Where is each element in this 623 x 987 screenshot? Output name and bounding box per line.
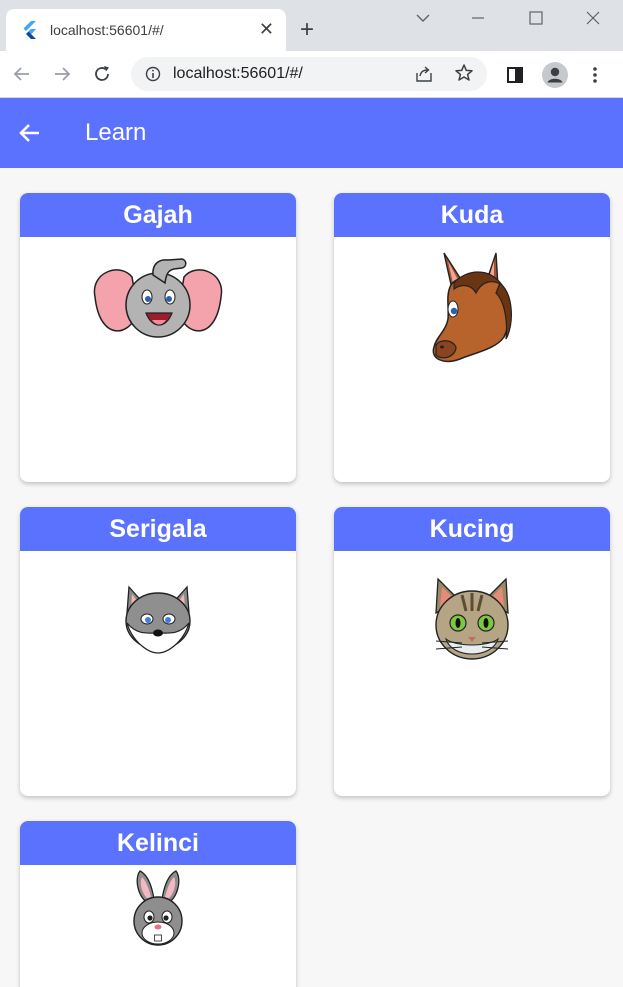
page-title: Learn: [85, 119, 147, 146]
animal-card-kelinci[interactable]: Kelinci: [20, 821, 296, 987]
bookmark-star-icon[interactable]: [454, 63, 474, 83]
maximize-icon[interactable]: [526, 8, 546, 28]
browser-tab[interactable]: localhost:56601/#/ ✕: [6, 9, 286, 51]
profile-avatar-icon[interactable]: [542, 62, 568, 88]
card-title: Kuda: [334, 193, 610, 237]
minimize-icon[interactable]: [468, 8, 488, 28]
tab-search-icon[interactable]: [413, 8, 433, 28]
flutter-icon: [23, 21, 36, 39]
browser-tab-strip: localhost:56601/#/ ✕ +: [0, 0, 623, 51]
tab-title: localhost:56601/#/: [50, 22, 164, 38]
forward-arrow-icon[interactable]: [52, 64, 72, 84]
card-title: Kucing: [334, 507, 610, 551]
back-arrow-icon[interactable]: [12, 64, 32, 84]
info-icon[interactable]: [145, 66, 161, 82]
card-title: Kelinci: [20, 821, 296, 865]
back-arrow-icon[interactable]: [18, 121, 42, 145]
app-bar: Learn: [0, 98, 623, 168]
reload-icon[interactable]: [92, 64, 112, 84]
address-bar[interactable]: localhost:56601/#/: [131, 57, 487, 91]
url-text[interactable]: localhost:56601/#/: [173, 65, 303, 83]
animal-card-kucing[interactable]: Kucing: [334, 507, 610, 796]
new-tab-button[interactable]: +: [300, 18, 314, 42]
cat-icon: [435, 577, 509, 660]
wolf-icon: [125, 585, 191, 654]
browser-toolbar: localhost:56601/#/: [0, 51, 623, 98]
rabbit-icon: [133, 870, 183, 946]
card-title: Serigala: [20, 507, 296, 551]
close-window-icon[interactable]: [583, 8, 603, 28]
animal-grid: Gajah Kuda Serigala Kucing Kelinci: [0, 168, 623, 987]
elephant-icon: [93, 258, 223, 338]
side-panel-icon[interactable]: [504, 64, 526, 86]
animal-card-serigala[interactable]: Serigala: [20, 507, 296, 796]
horse-icon: [432, 252, 512, 363]
animal-card-kuda[interactable]: Kuda: [334, 193, 610, 482]
animal-card-gajah[interactable]: Gajah: [20, 193, 296, 482]
menu-dots-icon[interactable]: [584, 64, 606, 86]
close-tab-icon[interactable]: ✕: [259, 18, 274, 40]
card-title: Gajah: [20, 193, 296, 237]
share-icon[interactable]: [415, 65, 433, 83]
